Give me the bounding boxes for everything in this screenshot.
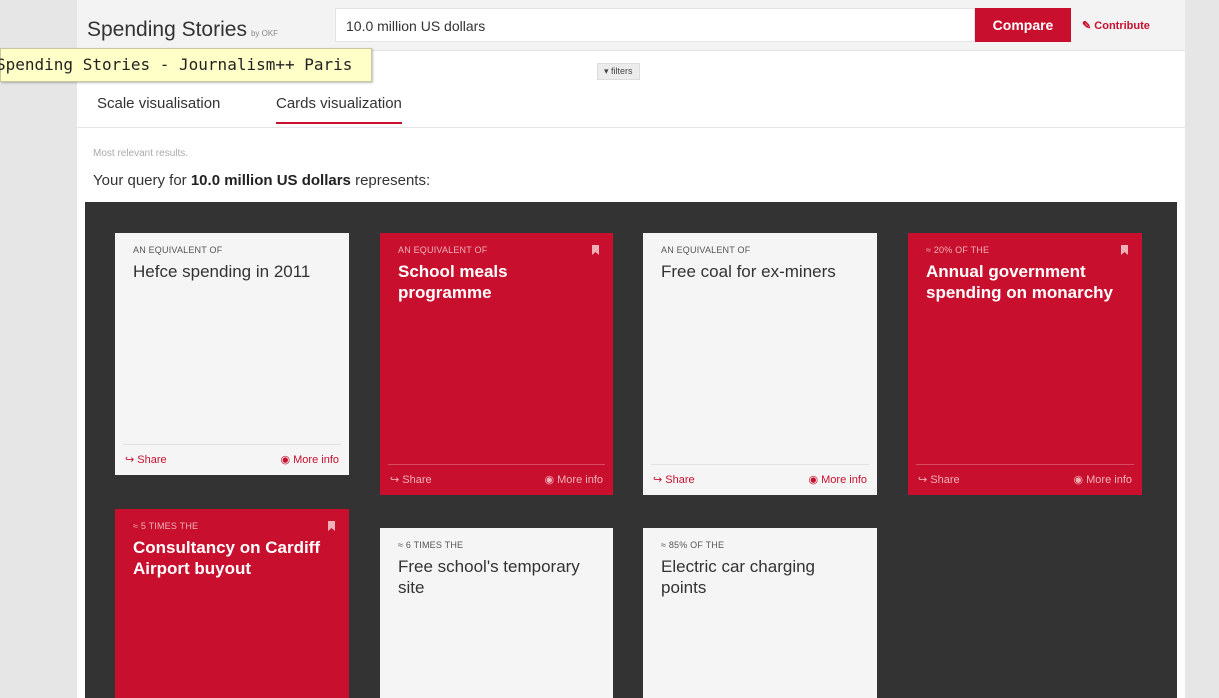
card-title: Free school's temporary site bbox=[398, 557, 580, 597]
result-card[interactable]: ≈ 20% OF THE Annual government spending … bbox=[908, 233, 1142, 495]
bookmark-icon[interactable] bbox=[592, 245, 599, 255]
brand-title: Spending Stories bbox=[87, 18, 247, 41]
result-card[interactable]: ≈ 85% OF THE Electric car charging point… bbox=[643, 528, 877, 698]
header: Spending Stories by OKF 10.0 million US d… bbox=[77, 0, 1185, 51]
share-button[interactable]: ↪ Share bbox=[125, 453, 167, 466]
result-card[interactable]: AN EQUIVALENT OF Free coal for ex-miners… bbox=[643, 233, 877, 495]
eye-icon: ◉ bbox=[280, 454, 291, 466]
more-info-label: More info bbox=[293, 454, 339, 466]
result-card[interactable]: AN EQUIVALENT OF School meals programme … bbox=[380, 233, 613, 495]
card-footer: ↪ Share ◉ More info bbox=[916, 464, 1134, 495]
more-info-label: More info bbox=[557, 474, 603, 486]
card-footer: ↪ Share ◉ More info bbox=[123, 444, 341, 475]
card-kicker: AN EQUIVALENT OF bbox=[133, 245, 223, 255]
right-gutter bbox=[1185, 0, 1219, 698]
edit-icon: ✎ bbox=[1082, 20, 1092, 32]
brand-logo[interactable]: Spending Stories by OKF bbox=[87, 18, 278, 42]
more-info-button[interactable]: ◉ More info bbox=[544, 473, 603, 486]
window-title-tooltip: Spending Stories - Journalism++ Paris bbox=[0, 48, 373, 82]
compare-button[interactable]: Compare bbox=[975, 8, 1071, 42]
card-footer: ↪ Share ◉ More info bbox=[388, 464, 605, 495]
card-kicker: AN EQUIVALENT OF bbox=[661, 245, 751, 255]
more-info-label: More info bbox=[821, 474, 867, 486]
card-footer: ↪ Share ◉ More info bbox=[651, 464, 869, 495]
query-summary: Your query for 10.0 million US dollars r… bbox=[93, 172, 430, 189]
result-card[interactable]: ≈ 5 TIMES THE Consultancy on Cardiff Air… bbox=[115, 509, 349, 698]
more-info-label: More info bbox=[1086, 474, 1132, 486]
tab-scale-visualisation[interactable]: Scale visualisation bbox=[97, 95, 220, 112]
card-kicker: ≈ 5 TIMES THE bbox=[133, 521, 199, 531]
tab-bar: Scale visualisation Cards visualization bbox=[77, 85, 1185, 128]
share-label: Share bbox=[930, 474, 960, 486]
cards-grid: AN EQUIVALENT OF Hefce spending in 2011 … bbox=[85, 202, 1177, 698]
search-input[interactable]: 10.0 million US dollars bbox=[335, 8, 975, 42]
tooltip-text: Spending Stories - Journalism++ Paris bbox=[0, 55, 353, 74]
result-card[interactable]: ≈ 6 TIMES THE Free school's temporary si… bbox=[380, 528, 613, 698]
share-button[interactable]: ↪ Share bbox=[653, 473, 695, 486]
share-label: Share bbox=[137, 454, 167, 466]
share-label: Share bbox=[402, 474, 432, 486]
relevance-note: Most relevant results. bbox=[93, 148, 189, 159]
contribute-label: Contribute bbox=[1094, 20, 1150, 32]
share-icon: ↪ bbox=[653, 474, 663, 486]
filters-toggle[interactable]: ▾ filters bbox=[597, 63, 640, 80]
page: Spending Stories by OKF 10.0 million US d… bbox=[77, 0, 1185, 698]
card-kicker: ≈ 20% OF THE bbox=[926, 245, 990, 255]
left-gutter bbox=[0, 0, 77, 698]
card-title: Annual government spending on monarchy bbox=[926, 262, 1114, 302]
contribute-link[interactable]: ✎ Contribute bbox=[1082, 19, 1150, 32]
query-value: 10.0 million US dollars bbox=[190, 172, 351, 189]
more-info-button[interactable]: ◉ More info bbox=[808, 473, 867, 486]
share-button[interactable]: ↪ Share bbox=[918, 473, 960, 486]
card-title: Free coal for ex-miners bbox=[661, 262, 836, 281]
card-kicker: AN EQUIVALENT OF bbox=[398, 245, 488, 255]
share-icon: ↪ bbox=[390, 474, 400, 486]
eye-icon: ◉ bbox=[1073, 474, 1084, 486]
query-suffix: represents: bbox=[355, 172, 431, 189]
share-button[interactable]: ↪ Share bbox=[390, 473, 432, 486]
card-kicker: ≈ 85% OF THE bbox=[661, 540, 725, 550]
card-kicker: ≈ 6 TIMES THE bbox=[398, 540, 464, 550]
card-title: Consultancy on Cardiff Airport buyout bbox=[133, 538, 321, 578]
bookmark-icon[interactable] bbox=[328, 521, 335, 531]
tab-cards-visualization[interactable]: Cards visualization bbox=[276, 95, 402, 124]
card-title: Electric car charging points bbox=[661, 557, 816, 597]
share-icon: ↪ bbox=[918, 474, 928, 486]
card-title: School meals programme bbox=[398, 262, 508, 302]
eye-icon: ◉ bbox=[544, 474, 555, 486]
share-icon: ↪ bbox=[125, 454, 135, 466]
share-label: Share bbox=[665, 474, 695, 486]
result-card[interactable]: AN EQUIVALENT OF Hefce spending in 2011 … bbox=[115, 233, 349, 475]
caret-down-icon: ▾ bbox=[604, 66, 609, 76]
eye-icon: ◉ bbox=[808, 474, 819, 486]
card-title: Hefce spending in 2011 bbox=[133, 262, 311, 281]
filters-label: filters bbox=[611, 66, 633, 76]
more-info-button[interactable]: ◉ More info bbox=[280, 453, 339, 466]
more-info-button[interactable]: ◉ More info bbox=[1073, 473, 1132, 486]
bookmark-icon[interactable] bbox=[1121, 245, 1128, 255]
brand-by: by OKF bbox=[250, 29, 279, 38]
query-prefix: Your query for bbox=[93, 172, 187, 189]
